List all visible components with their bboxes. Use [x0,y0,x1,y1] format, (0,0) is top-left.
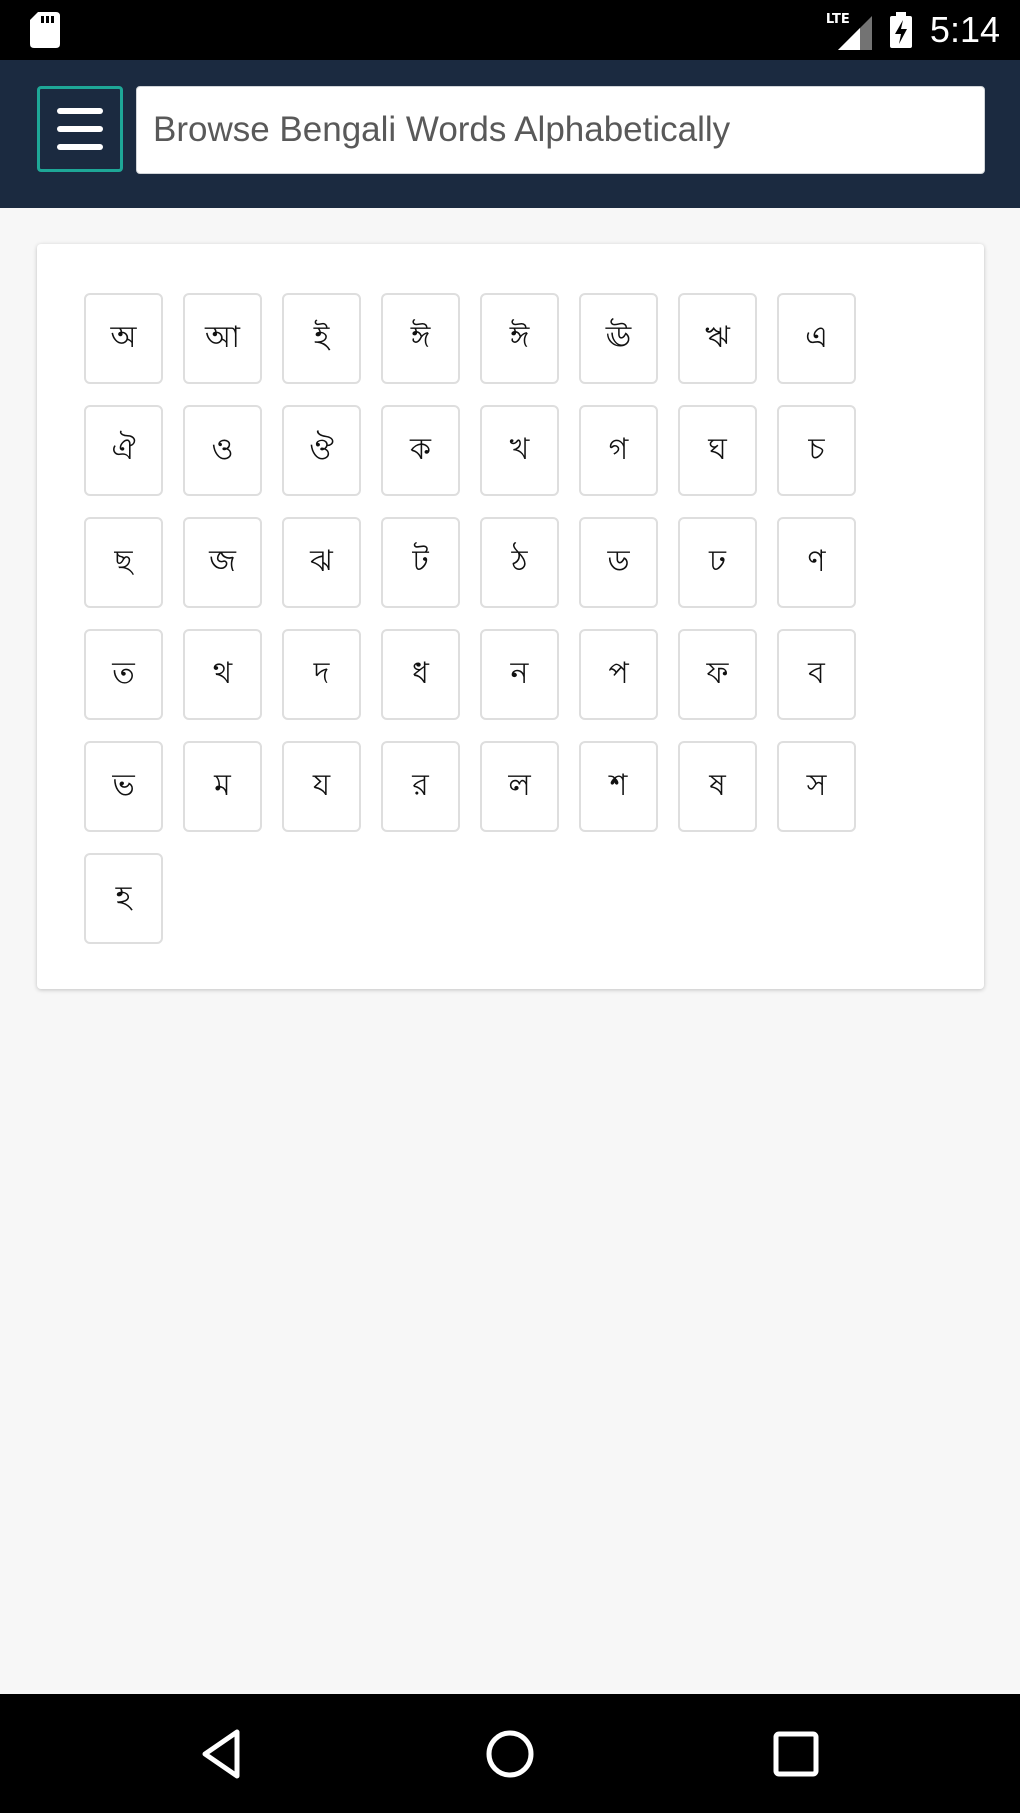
letter-button[interactable]: ক [381,405,460,496]
letter-button[interactable]: আ [183,293,262,384]
letter-button[interactable]: চ [777,405,856,496]
status-bar: LTE 5:14 [0,0,1020,60]
letter-button[interactable]: ন [480,629,559,720]
letter-button[interactable]: ঘ [678,405,757,496]
letter-button[interactable]: ঢ [678,517,757,608]
letter-button[interactable]: দ [282,629,361,720]
letter-button[interactable]: ট [381,517,460,608]
letter-button[interactable]: ঐ [84,405,163,496]
letter-button[interactable]: ড [579,517,658,608]
battery-charging-icon [889,12,912,48]
alphabet-card: অআইঈঈঊঋএঐওঔকখগঘচছজঝটঠডঢণতথদধনপফবভমযরলশষস… [37,244,984,989]
letter-button[interactable]: ণ [777,517,856,608]
search-input[interactable] [136,86,985,174]
letter-button[interactable]: ব [777,629,856,720]
letter-button[interactable]: ম [183,741,262,832]
hamburger-menu-icon-bar [57,144,103,150]
system-nav-bar [0,1694,1020,1813]
letter-button[interactable]: ল [480,741,559,832]
letter-button[interactable]: এ [777,293,856,384]
lte-signal-icon: LTE [826,10,872,50]
letter-button[interactable]: ঔ [282,405,361,496]
menu-button[interactable] [37,86,123,172]
hamburger-menu-icon [57,108,103,114]
sd-card-icon [30,12,60,48]
letter-button[interactable]: খ [480,405,559,496]
letter-button[interactable]: হ [84,853,163,944]
letter-button[interactable]: প [579,629,658,720]
letter-button[interactable]: ঝ [282,517,361,608]
letter-button[interactable]: ঈ [381,293,460,384]
letter-button[interactable]: ছ [84,517,163,608]
letter-button[interactable]: ঋ [678,293,757,384]
letter-button[interactable]: ঊ [579,293,658,384]
home-icon[interactable] [480,1724,540,1784]
letter-button[interactable]: ষ [678,741,757,832]
letter-button[interactable]: শ [579,741,658,832]
letter-button[interactable]: ও [183,405,262,496]
letter-button[interactable]: ভ [84,741,163,832]
clock: 5:14 [929,9,1000,50]
recent-apps-icon[interactable] [766,1724,826,1784]
letter-button[interactable]: ফ [678,629,757,720]
letter-button[interactable]: গ [579,405,658,496]
letter-button[interactable]: য [282,741,361,832]
back-icon[interactable] [193,1724,253,1784]
letter-button[interactable]: ই [282,293,361,384]
letter-button[interactable]: স [777,741,856,832]
letter-button[interactable]: জ [183,517,262,608]
letter-button[interactable]: ধ [381,629,460,720]
alphabet-grid: অআইঈঈঊঋএঐওঔকখগঘচছজঝটঠডঢণতথদধনপফবভমযরলশষস… [84,293,884,944]
letter-button[interactable]: ঠ [480,517,559,608]
letter-button[interactable]: ঈ [480,293,559,384]
letter-button[interactable]: র [381,741,460,832]
app-header [0,60,1020,208]
hamburger-menu-icon-bar [57,126,103,132]
letter-button[interactable]: ত [84,629,163,720]
letter-button[interactable]: থ [183,629,262,720]
letter-button[interactable]: অ [84,293,163,384]
